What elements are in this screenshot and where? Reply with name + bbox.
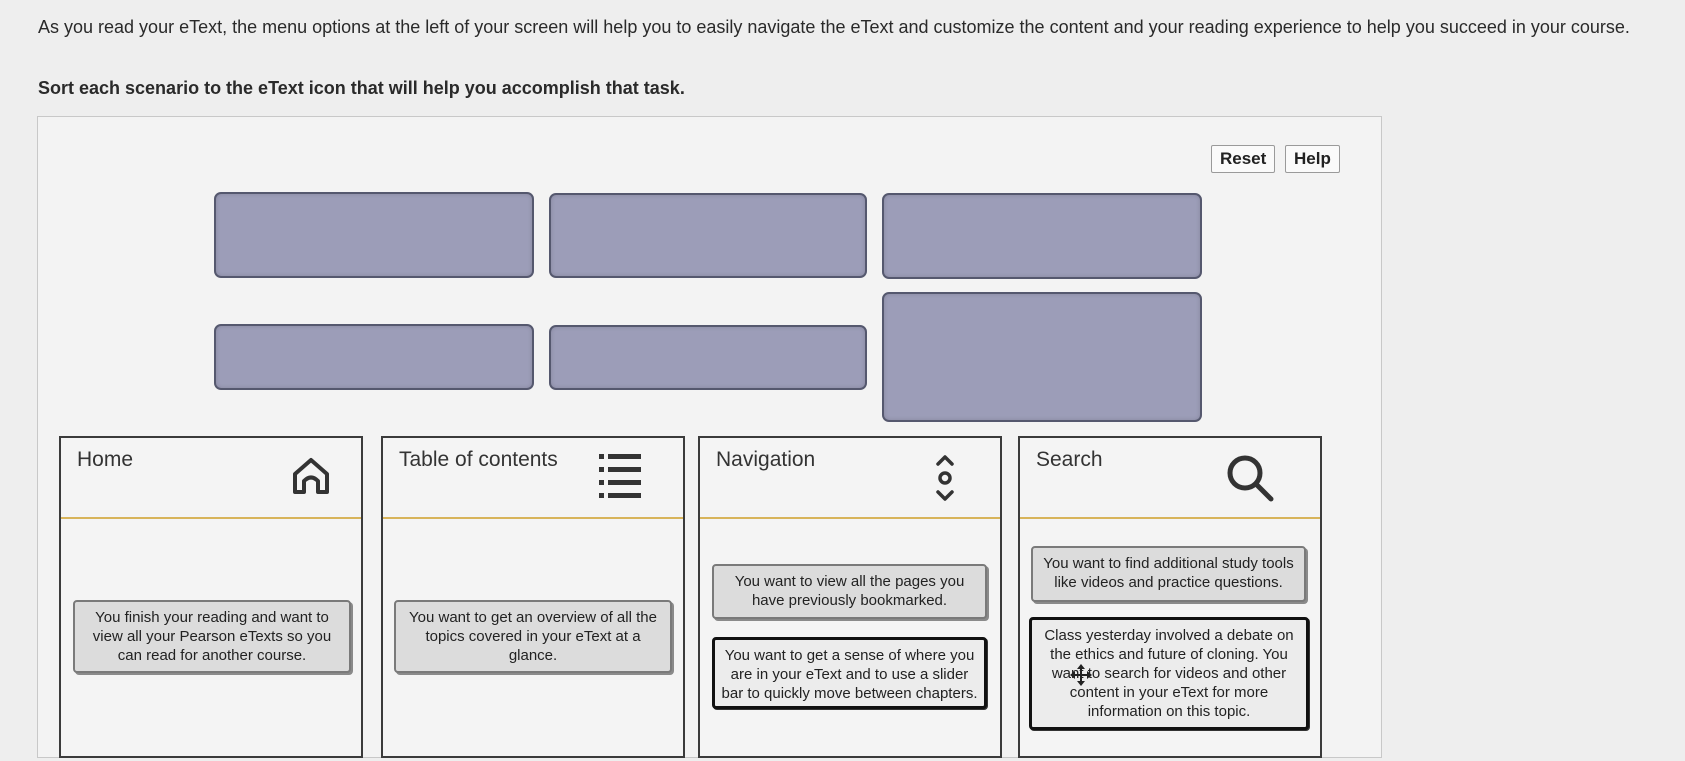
bin-header: Navigation (700, 438, 1000, 519)
bin-title: Navigation (716, 448, 816, 471)
reset-button[interactable]: Reset (1211, 145, 1276, 173)
move-cursor-icon (1070, 664, 1092, 691)
empty-drop-slot[interactable] (549, 325, 867, 390)
home-icon (289, 454, 333, 503)
scenario-card[interactable]: You want to view all the pages you have … (712, 564, 987, 619)
list-icon (597, 450, 643, 507)
scenario-card[interactable]: You finish your reading and want to view… (73, 600, 351, 673)
empty-drop-slot[interactable] (214, 324, 534, 390)
navigation-icon (934, 452, 956, 509)
bin-header: Search (1020, 438, 1320, 519)
bin-header: Table of contents (383, 438, 683, 519)
empty-drop-slot[interactable] (214, 192, 534, 278)
scenario-card[interactable]: You want to get an overview of all the t… (394, 600, 672, 673)
bin-title: Search (1036, 448, 1103, 471)
empty-drop-slot[interactable] (882, 292, 1202, 422)
bin-table-of-contents[interactable]: Table of contents (381, 436, 685, 758)
empty-drop-slot[interactable] (882, 193, 1202, 279)
scenario-card-selected[interactable]: You want to get a sense of where you are… (712, 637, 987, 709)
scenario-card[interactable]: You want to find additional study tools … (1031, 546, 1306, 602)
instructions-text: As you read your eText, the menu options… (38, 17, 1630, 37)
empty-drop-slot[interactable] (549, 193, 867, 278)
bin-header: Home (61, 438, 361, 519)
search-icon (1224, 452, 1276, 509)
bin-title: Table of contents (399, 448, 558, 471)
bin-title: Home (77, 448, 134, 471)
bin-home[interactable]: Home (59, 436, 363, 758)
help-button[interactable]: Help (1285, 145, 1340, 173)
task-prompt: Sort each scenario to the eText icon tha… (38, 78, 685, 98)
